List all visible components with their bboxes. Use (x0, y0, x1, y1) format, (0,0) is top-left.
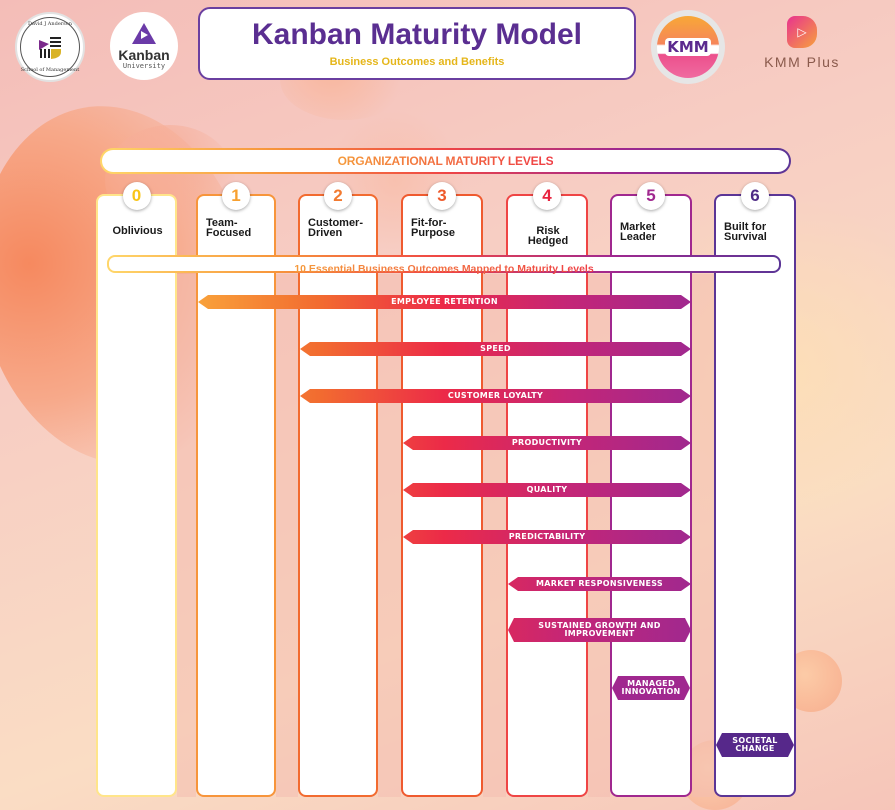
level-name: Market Leader (620, 221, 657, 243)
outcome-label: SUSTAINED GROWTH AND IMPROVEMENT (538, 621, 661, 638)
outcomes-header: 10 Essential Business Outcomes Mapped to… (107, 255, 781, 275)
kmm-plus-text: KMM Plus (764, 54, 840, 70)
outcome-arrow: CUSTOMER LOYALTY (300, 389, 691, 403)
level-number-badge: 2 (324, 182, 352, 210)
outcome-label: SPEED (480, 344, 511, 353)
outcome-arrow: MARKET RESPONSIVENESS (508, 577, 691, 591)
outcome-arrow: QUALITY (403, 483, 691, 497)
outcome-label: QUALITY (526, 485, 568, 494)
kanban-logo-sub: University (122, 61, 166, 70)
kanban-university-logo: Kanban University (110, 12, 178, 80)
outcome-label: PRODUCTIVITY (511, 438, 583, 447)
anderson-school-logo: David J Anderson School of Management (15, 12, 85, 82)
kanban-university-icon (132, 22, 156, 44)
outcome-arrow: SPEED (300, 342, 691, 356)
level-column-2: 2 Customer- Driven (298, 182, 378, 797)
outcome-label: MARKET RESPONSIVENESS (536, 579, 663, 588)
title-box: Kanban Maturity Model Business Outcomes … (198, 7, 636, 80)
kmm-plus-logo: ▷ KMM Plus (752, 16, 852, 76)
level-number-badge: 1 (222, 182, 250, 210)
outcome-label: MANAGED INNOVATION (621, 679, 681, 696)
level-name: Oblivious (112, 225, 163, 237)
level-column-6: 6 Built for Survival (714, 182, 796, 797)
outcome-label: CUSTOMER LOYALTY (447, 391, 544, 400)
level-name: Risk Hedged (527, 225, 569, 247)
page-subtitle: Business Outcomes and Benefits (329, 56, 505, 68)
level-name: Customer- Driven (308, 217, 364, 239)
column-gap (276, 274, 298, 797)
maturity-levels-label: ORGANIZATIONAL MATURITY LEVELS (337, 154, 554, 168)
kmm-logo-text: KMM (665, 38, 711, 56)
level-name: Team- Focused (206, 217, 252, 239)
level-number-badge: 0 (122, 182, 151, 210)
play-icon: ▷ (787, 16, 817, 48)
anderson-bottom-text: School of Management (20, 67, 80, 73)
outcome-arrow: MANAGED INNOVATION (612, 676, 690, 700)
level-column-1: 1 Team- Focused (196, 182, 276, 797)
outcome-arrow: SOCIETAL CHANGE (716, 733, 794, 757)
outcome-label: PREDICTABILITY (508, 532, 586, 541)
level-number-badge: 3 (428, 182, 456, 210)
level-name: Built for Survival (724, 221, 767, 243)
outcomes-header-label: 10 Essential Business Outcomes Mapped to… (294, 263, 594, 275)
outcome-arrow: EMPLOYEE RETENTION (198, 295, 691, 309)
level-number-badge: 5 (637, 182, 665, 210)
outcome-arrow: PRODUCTIVITY (403, 436, 691, 450)
maturity-levels-header: ORGANIZATIONAL MATURITY LEVELS (100, 148, 791, 174)
anderson-top-text: David J Anderson (28, 21, 72, 27)
outcome-arrow: SUSTAINED GROWTH AND IMPROVEMENT (508, 618, 691, 642)
kmm-logo-inner: KMM (657, 16, 719, 78)
outcome-label: EMPLOYEE RETENTION (391, 297, 498, 306)
column-gap (177, 274, 196, 797)
level-name: Fit-for- Purpose (411, 217, 456, 239)
column-gap (692, 274, 714, 797)
kanban-logo-name: Kanban (118, 46, 170, 63)
outcome-arrow: PREDICTABILITY (403, 530, 691, 544)
page-title: Kanban Maturity Model (251, 18, 582, 51)
kmm-logo: KMM (651, 10, 725, 84)
outcome-label: SOCIETAL CHANGE (732, 736, 778, 753)
level-number-badge: 6 (741, 182, 769, 210)
level-number-badge: 4 (533, 182, 561, 210)
level-column-0: 0 Oblivious (96, 182, 177, 797)
